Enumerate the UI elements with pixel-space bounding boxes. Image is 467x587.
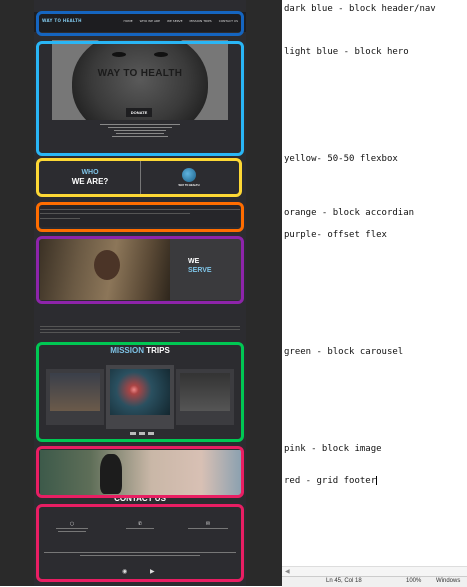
horizontal-scrollbar[interactable]: ◀ xyxy=(282,566,467,576)
annotation-accordion-outline xyxy=(36,202,244,232)
serve-paragraph xyxy=(40,326,240,335)
text-cursor xyxy=(376,476,378,485)
annotation-hero-outline xyxy=(36,41,244,156)
editor-line-current: red - grid footer xyxy=(284,476,378,486)
annotation-offset-outline xyxy=(36,236,244,304)
annotation-image-outline xyxy=(36,446,244,498)
annotation-flex-outline xyxy=(36,158,242,197)
editor-line: pink - block image xyxy=(284,444,382,454)
editor-line: green - block carousel xyxy=(284,347,404,357)
editor-line-text: red - grid footer xyxy=(284,476,377,486)
zoom-level: 100% xyxy=(406,578,422,584)
annotation-footer-outline xyxy=(36,504,244,582)
editor-line: purple- offset flex xyxy=(284,230,387,240)
editor-line: orange - block accordian xyxy=(284,208,415,218)
status-bar: Ln 45, Col 18 100% Windows xyxy=(282,576,467,587)
scroll-left-icon[interactable]: ◀ xyxy=(285,568,290,575)
editor-line: yellow- 50-50 flexbox xyxy=(284,154,398,164)
text-line xyxy=(40,326,240,327)
annotation-nav-outline xyxy=(36,11,244,36)
cursor-position: Ln 45, Col 18 xyxy=(326,578,362,584)
text-line xyxy=(40,332,180,333)
editor-line: light blue - block hero xyxy=(284,47,409,57)
annotation-carousel-outline xyxy=(36,342,244,442)
text-line xyxy=(40,329,240,330)
editor-line: dark blue - block header/nav xyxy=(284,4,436,14)
text-editor[interactable]: dark blue - block header/nav light blue … xyxy=(282,0,467,586)
line-ending: Windows xyxy=(436,578,461,584)
